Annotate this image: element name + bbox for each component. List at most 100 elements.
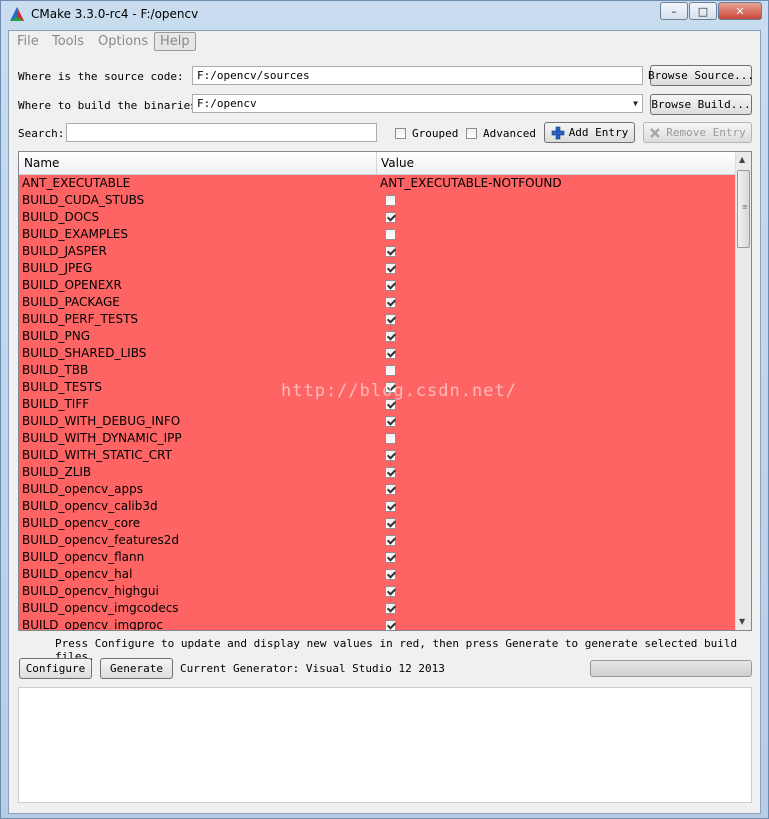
entry-checkbox[interactable] (385, 467, 396, 478)
entry-name: BUILD_TIFF (22, 397, 90, 411)
table-row[interactable]: BUILD_WITH_DYNAMIC_IPP (19, 430, 735, 447)
table-row[interactable]: BUILD_JASPER (19, 243, 735, 260)
table-scrollbar[interactable]: ▲ ≡ ▼ (735, 152, 751, 630)
entry-name: BUILD_PACKAGE (22, 295, 120, 309)
scroll-down-icon[interactable]: ▼ (739, 617, 745, 626)
table-body: ANT_EXECUTABLE ANT_EXECUTABLE-NOTFOUND BUI… (19, 175, 735, 630)
client-area: File Tools Options Help Where is the sou… (8, 30, 761, 814)
table-row[interactable]: BUILD_DOCS (19, 209, 735, 226)
table-row[interactable]: BUILD_opencv_calib3d (19, 498, 735, 515)
entry-checkbox[interactable] (385, 314, 396, 325)
entry-name: BUILD_OPENEXR (22, 278, 122, 292)
cmake-window: CMake 3.3.0-rc4 - F:/opencv – □ ✕ File T… (0, 0, 769, 819)
add-entry-button[interactable]: Add Entry (544, 122, 635, 143)
entry-checkbox[interactable] (385, 246, 396, 257)
entry-checkbox[interactable] (385, 603, 396, 614)
entry-checkbox[interactable] (385, 484, 396, 495)
restore-button[interactable]: □ (689, 2, 717, 20)
entry-checkbox[interactable] (385, 450, 396, 461)
entry-name: BUILD_WITH_DYNAMIC_IPP (22, 431, 182, 445)
entry-checkbox[interactable] (385, 297, 396, 308)
table-row[interactable]: BUILD_SHARED_LIBS (19, 345, 735, 362)
table-row[interactable]: BUILD_CUDA_STUBS (19, 192, 735, 209)
table-row[interactable]: BUILD_opencv_imgcodecs (19, 600, 735, 617)
entry-checkbox[interactable] (385, 620, 396, 630)
table-row[interactable]: BUILD_PACKAGE (19, 294, 735, 311)
entry-checkbox[interactable] (385, 263, 396, 274)
entry-checkbox[interactable] (385, 586, 396, 597)
grouped-label: Grouped (412, 127, 459, 140)
col-value-header[interactable]: Value (381, 156, 414, 170)
entry-checkbox[interactable] (385, 365, 396, 376)
entry-name: BUILD_JASPER (22, 244, 107, 258)
entry-checkbox[interactable] (385, 535, 396, 546)
grip-icon: ≡ (742, 203, 748, 211)
entry-value[interactable]: ANT_EXECUTABLE-NOTFOUND (380, 176, 562, 190)
menu-options[interactable]: Options (98, 34, 148, 49)
entry-checkbox[interactable] (385, 416, 396, 427)
table-row[interactable]: BUILD_opencv_highgui (19, 583, 735, 600)
table-row[interactable]: BUILD_JPEG (19, 260, 735, 277)
remove-entry-button[interactable]: Remove Entry (643, 122, 752, 143)
advanced-label: Advanced (483, 127, 536, 140)
search-input[interactable] (66, 123, 377, 142)
search-label: Search: (18, 127, 65, 140)
table-row[interactable]: BUILD_TBB (19, 362, 735, 379)
scroll-thumb[interactable]: ≡ (737, 170, 750, 248)
entry-name: BUILD_opencv_core (22, 516, 141, 530)
table-row[interactable]: BUILD_opencv_flann (19, 549, 735, 566)
browse-source-button[interactable]: Browse Source... (648, 65, 754, 86)
table-row[interactable]: BUILD_OPENEXR (19, 277, 735, 294)
entry-name: BUILD_WITH_STATIC_CRT (22, 448, 172, 462)
table-row[interactable]: BUILD_PERF_TESTS (19, 311, 735, 328)
scroll-up-icon[interactable]: ▲ (739, 155, 745, 164)
col-name-header[interactable]: Name (24, 156, 59, 170)
table-row[interactable]: BUILD_EXAMPLES (19, 226, 735, 243)
entry-checkbox[interactable] (385, 433, 396, 444)
entry-name: BUILD_DOCS (22, 210, 100, 224)
entry-checkbox[interactable] (385, 331, 396, 342)
table-row[interactable]: BUILD_opencv_apps (19, 481, 735, 498)
menu-file[interactable]: File (17, 34, 39, 49)
cmake-logo-icon (10, 7, 24, 21)
table-row[interactable]: BUILD_opencv_hal (19, 566, 735, 583)
entry-checkbox[interactable] (385, 280, 396, 291)
entry-checkbox[interactable] (385, 569, 396, 580)
source-input[interactable]: F:/opencv/sources (192, 66, 643, 85)
entry-name: BUILD_EXAMPLES (22, 227, 128, 241)
entry-checkbox[interactable] (385, 501, 396, 512)
advanced-checkbox[interactable] (466, 126, 477, 140)
generate-button[interactable]: Generate (100, 658, 173, 679)
source-label: Where is the source code: (18, 70, 184, 83)
generator-text: Current Generator: Visual Studio 12 2013 (180, 662, 445, 675)
entry-name: BUILD_opencv_highgui (22, 584, 159, 598)
entry-name: BUILD_opencv_calib3d (22, 499, 158, 513)
column-divider[interactable] (376, 152, 377, 174)
entry-checkbox[interactable] (385, 212, 396, 223)
output-log[interactable] (18, 687, 752, 803)
minimize-button[interactable]: – (660, 2, 688, 20)
table-row[interactable]: BUILD_ZLIB (19, 464, 735, 481)
menu-help[interactable]: Help (154, 32, 196, 51)
table-row[interactable]: BUILD_WITH_DEBUG_INFO (19, 413, 735, 430)
title-bar[interactable]: CMake 3.3.0-rc4 - F:/opencv – □ ✕ (1, 1, 768, 29)
chevron-down-icon[interactable]: ▼ (633, 99, 638, 108)
browse-build-button[interactable]: Browse Build... (650, 94, 752, 115)
table-row[interactable]: BUILD_opencv_core (19, 515, 735, 532)
entry-checkbox[interactable] (385, 552, 396, 563)
table-row[interactable]: ANT_EXECUTABLE ANT_EXECUTABLE-NOTFOUND (19, 175, 735, 192)
grouped-checkbox[interactable] (395, 126, 406, 140)
table-row[interactable]: BUILD_opencv_features2d (19, 532, 735, 549)
table-row[interactable]: BUILD_WITH_STATIC_CRT (19, 447, 735, 464)
watermark: http://blog.csdn.net/ (281, 381, 517, 401)
configure-button[interactable]: Configure (19, 658, 92, 679)
table-row[interactable]: BUILD_PNG (19, 328, 735, 345)
table-row[interactable]: BUILD_opencv_imgproc (19, 617, 735, 630)
entry-checkbox[interactable] (385, 229, 396, 240)
close-button[interactable]: ✕ (718, 2, 762, 20)
entry-checkbox[interactable] (385, 195, 396, 206)
build-combobox[interactable]: F:/opencv ▼ (192, 94, 643, 113)
entry-checkbox[interactable] (385, 518, 396, 529)
entry-checkbox[interactable] (385, 348, 396, 359)
menu-tools[interactable]: Tools (52, 34, 84, 49)
